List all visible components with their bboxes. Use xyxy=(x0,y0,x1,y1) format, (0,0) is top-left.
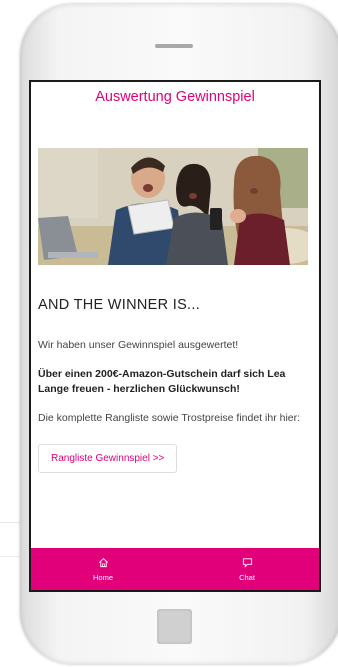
home-icon xyxy=(98,557,108,567)
tab-home[interactable]: Home xyxy=(31,548,175,590)
page-title: Auswertung Gewinnspiel xyxy=(95,89,255,105)
article-content: AND THE WINNER IS... Wir haben unser Gew… xyxy=(38,297,308,473)
bottom-navigation: Home Chat xyxy=(31,548,319,590)
hero-photo-illustration xyxy=(38,148,308,265)
phone-screen: Auswertung Gewinnspiel AND THE WINNER IS… xyxy=(29,80,321,592)
phone-speaker xyxy=(155,44,193,48)
tab-chat-label: Chat xyxy=(239,572,255,582)
tab-home-label: Home xyxy=(92,572,113,582)
phone-home-button[interactable] xyxy=(157,609,192,644)
intro-text: Wir haben unser Gewinnspiel ausgewertet! xyxy=(38,339,239,351)
hero-image xyxy=(38,148,308,265)
article-headline: AND THE WINNER IS... xyxy=(38,297,201,313)
chat-icon xyxy=(242,557,252,568)
ranking-text: Die komplette Rangliste sowie Trostpreis… xyxy=(38,412,301,424)
ranking-button[interactable]: Rangliste Gewinnspiel >> xyxy=(38,444,178,473)
winner-text: Über einen 200€-Amazon-Gutschein darf si… xyxy=(38,368,286,395)
tab-chat[interactable]: Chat xyxy=(175,548,319,590)
